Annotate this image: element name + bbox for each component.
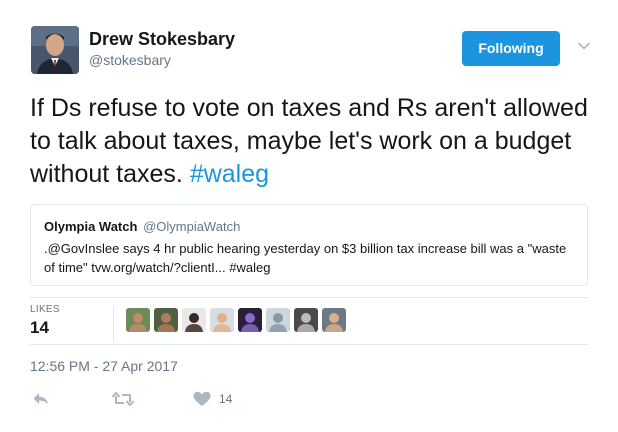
liker-avatar-image — [238, 308, 262, 332]
chevron-down-icon[interactable] — [577, 39, 591, 53]
liker-avatar[interactable] — [210, 308, 234, 332]
hashtag-link[interactable]: #waleg — [190, 160, 269, 188]
reply-icon — [33, 393, 48, 405]
like-action-count: 14 — [219, 392, 233, 406]
tweet-text-body: If Ds refuse to vote on taxes and Rs are… — [30, 94, 588, 188]
retweet-button[interactable] — [112, 389, 134, 409]
likers-avatar-list — [126, 308, 346, 332]
liker-avatar-image — [154, 308, 178, 332]
stats-top-divider — [30, 297, 588, 298]
liker-avatar-image — [126, 308, 150, 332]
quoted-author-name: Olympia Watch — [44, 219, 138, 234]
likes-label[interactable]: LIKES — [30, 304, 60, 315]
likes-count[interactable]: 14 — [30, 318, 49, 338]
author-handle[interactable]: @stokesbary — [89, 52, 171, 68]
reply-button[interactable] — [32, 389, 50, 409]
liker-avatar[interactable] — [266, 308, 290, 332]
author-avatar-image — [31, 26, 79, 74]
liker-avatar-image — [210, 308, 234, 332]
like-button[interactable]: 14 — [193, 389, 232, 409]
liker-avatar[interactable] — [126, 308, 150, 332]
following-button[interactable]: Following — [462, 31, 560, 66]
quoted-tweet-text: .@GovInslee says 4 hr public hearing yes… — [44, 241, 567, 275]
likers-divider — [113, 306, 114, 342]
liker-avatar-image — [322, 308, 346, 332]
author-avatar[interactable] — [31, 26, 79, 74]
liker-avatar[interactable] — [182, 308, 206, 332]
liker-avatar[interactable] — [322, 308, 346, 332]
tweet-text: If Ds refuse to vote on taxes and Rs are… — [30, 92, 600, 191]
stats-bottom-divider — [30, 344, 588, 345]
liker-avatar[interactable] — [238, 308, 262, 332]
tweet-timestamp[interactable]: 12:56 PM - 27 Apr 2017 — [30, 358, 178, 374]
liker-avatar-image — [266, 308, 290, 332]
quoted-tweet-header: Olympia Watch @OlympiaWatch — [44, 219, 240, 234]
author-name[interactable]: Drew Stokesbary — [89, 29, 235, 50]
heart-icon — [193, 391, 211, 406]
quoted-tweet-card[interactable]: Olympia Watch @OlympiaWatch .@GovInslee … — [30, 204, 588, 286]
quoted-author-handle: @OlympiaWatch — [143, 219, 241, 234]
liker-avatar-image — [294, 308, 318, 332]
liker-avatar[interactable] — [294, 308, 318, 332]
retweet-icon — [112, 392, 134, 406]
liker-avatar[interactable] — [154, 308, 178, 332]
liker-avatar-image — [182, 308, 206, 332]
